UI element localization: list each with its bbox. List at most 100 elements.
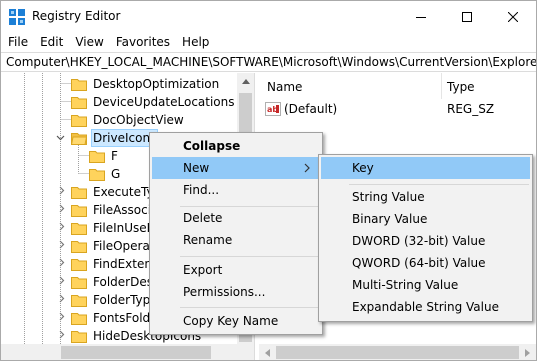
- tree-item[interactable]: G: [89, 165, 122, 183]
- menu-separator: [349, 184, 529, 185]
- menu-favorites[interactable]: Favorites: [110, 33, 176, 52]
- tree-item-label: DocObjectView: [93, 113, 184, 127]
- list-header: Name Type: [259, 73, 536, 99]
- menu-separator: [180, 256, 320, 257]
- registry-editor-window: Registry Editor File Edit View Favorites…: [0, 0, 537, 361]
- chevron-right-icon[interactable]: [57, 240, 66, 249]
- chevron-right-icon[interactable]: [57, 330, 66, 339]
- minimize-icon: [416, 17, 426, 18]
- tree-item-label: DeviceUpdateLocations: [93, 95, 235, 109]
- column-header-name[interactable]: Name: [267, 80, 302, 94]
- folder-icon: [71, 277, 87, 289]
- tree-item[interactable]: FontsFolde: [71, 309, 160, 327]
- tree-item[interactable]: DocObjectView: [71, 111, 186, 129]
- tree-horizontal-scrollbar[interactable]: [1, 344, 254, 360]
- menu-item-copy-key-name[interactable]: Copy Key Name: [152, 310, 320, 332]
- tree-item-label: F: [111, 149, 118, 163]
- tree-item-label: G: [111, 167, 121, 181]
- scroll-left-button[interactable]: [259, 344, 276, 360]
- menu-file[interactable]: File: [1, 33, 34, 52]
- list-item[interactable]: ab (Default) REG_SZ: [259, 99, 536, 119]
- value-type: REG_SZ: [447, 102, 495, 116]
- menu-bar: File Edit View Favorites Help: [1, 33, 536, 52]
- tree-item-selected[interactable]: DriveIcons: [71, 129, 159, 147]
- maximize-icon: [462, 12, 472, 22]
- menu-item-export[interactable]: Export: [152, 259, 320, 281]
- registry-editor-icon: [9, 9, 25, 25]
- minimize-button[interactable]: [398, 1, 444, 33]
- folder-icon: [89, 151, 105, 163]
- chevron-right-icon[interactable]: [57, 186, 66, 195]
- title-bar: Registry Editor: [1, 1, 536, 33]
- chevron-right-icon[interactable]: [57, 276, 66, 285]
- menu-separator: [180, 307, 320, 308]
- chevron-right-icon[interactable]: [57, 222, 66, 231]
- folder-icon: [71, 79, 87, 91]
- menu-item-multi-string-value[interactable]: Multi-String Value: [321, 274, 530, 296]
- menu-item-qword-value[interactable]: QWORD (64-bit) Value: [321, 252, 530, 274]
- arrow-right-icon: [525, 348, 530, 357]
- folder-icon: [71, 241, 87, 253]
- menu-item-collapse[interactable]: Collapse: [152, 135, 320, 157]
- tree-item[interactable]: DesktopOptimization: [71, 75, 221, 93]
- close-button[interactable]: [490, 1, 536, 33]
- tree-item[interactable]: FolderType: [71, 291, 160, 309]
- tree-item[interactable]: FileOperati: [71, 237, 160, 255]
- maximize-button[interactable]: [444, 1, 490, 33]
- folder-icon: [71, 115, 87, 127]
- menu-item-rename[interactable]: Rename: [152, 229, 320, 251]
- folder-icon: [71, 295, 87, 307]
- tree-item[interactable]: FileAssocia: [71, 201, 160, 219]
- new-submenu: Key String Value Binary Value DWORD (32-…: [318, 154, 533, 322]
- menu-item-expandable-string-value[interactable]: Expandable String Value: [321, 296, 530, 318]
- menu-help[interactable]: Help: [176, 33, 215, 52]
- scrollbar-thumb[interactable]: [276, 346, 519, 359]
- tree-item-label: DesktopOptimization: [93, 77, 220, 91]
- menu-item-dword-value[interactable]: DWORD (32-bit) Value: [321, 230, 530, 252]
- menu-item-new[interactable]: New: [152, 157, 320, 179]
- scrollbar-thumb[interactable]: [61, 346, 211, 359]
- folder-icon: [71, 97, 87, 109]
- arrow-left-icon: [265, 348, 270, 357]
- folder-icon: [71, 331, 87, 343]
- tree-item[interactable]: F: [89, 147, 120, 165]
- values-horizontal-scrollbar[interactable]: [259, 344, 536, 360]
- address-path[interactable]: Computer\HKEY_LOCAL_MACHINE\SOFTWARE\Mic…: [6, 55, 536, 69]
- string-value-icon: ab: [265, 102, 281, 116]
- column-divider[interactable]: [441, 73, 442, 99]
- arrow-up-icon: [241, 79, 250, 84]
- tree-item[interactable]: FolderDesc: [71, 273, 162, 291]
- close-icon: [508, 12, 518, 22]
- tree-item[interactable]: DeviceUpdateLocations: [71, 93, 237, 111]
- menu-item-delete[interactable]: Delete: [152, 207, 320, 229]
- menu-item-binary-value[interactable]: Binary Value: [321, 208, 530, 230]
- folder-icon: [71, 223, 87, 235]
- scroll-right-button[interactable]: [519, 344, 536, 360]
- menu-item-permissions[interactable]: Permissions...: [152, 281, 320, 303]
- value-name: (Default): [284, 102, 338, 116]
- tree-item[interactable]: FindExtens: [71, 255, 160, 273]
- column-header-type[interactable]: Type: [447, 80, 475, 94]
- chevron-right-icon[interactable]: [57, 312, 66, 321]
- chevron-right-icon[interactable]: [57, 258, 66, 267]
- scroll-up-button[interactable]: [237, 73, 254, 90]
- menu-item-find[interactable]: Find...: [152, 179, 320, 201]
- address-bar[interactable]: Computer\HKEY_LOCAL_MACHINE\SOFTWARE\Mic…: [1, 52, 536, 72]
- chevron-down-icon[interactable]: [56, 133, 65, 142]
- window-title: Registry Editor: [32, 9, 121, 23]
- folder-icon: [71, 187, 87, 199]
- folder-icon: [71, 205, 87, 217]
- folder-icon: [71, 313, 87, 325]
- context-menu: Collapse New Find... Delete Rename Expor…: [149, 132, 323, 335]
- menu-edit[interactable]: Edit: [34, 33, 69, 52]
- chevron-right-icon: [304, 163, 310, 173]
- menu-item-key[interactable]: Key: [321, 157, 530, 179]
- folder-icon: [89, 169, 105, 181]
- folder-open-icon: [71, 133, 87, 145]
- menu-view[interactable]: View: [69, 33, 109, 52]
- menu-item-string-value[interactable]: String Value: [321, 186, 530, 208]
- menu-item-label: New: [183, 161, 210, 175]
- folder-icon: [71, 259, 87, 271]
- chevron-right-icon[interactable]: [57, 294, 66, 303]
- chevron-right-icon[interactable]: [57, 204, 66, 213]
